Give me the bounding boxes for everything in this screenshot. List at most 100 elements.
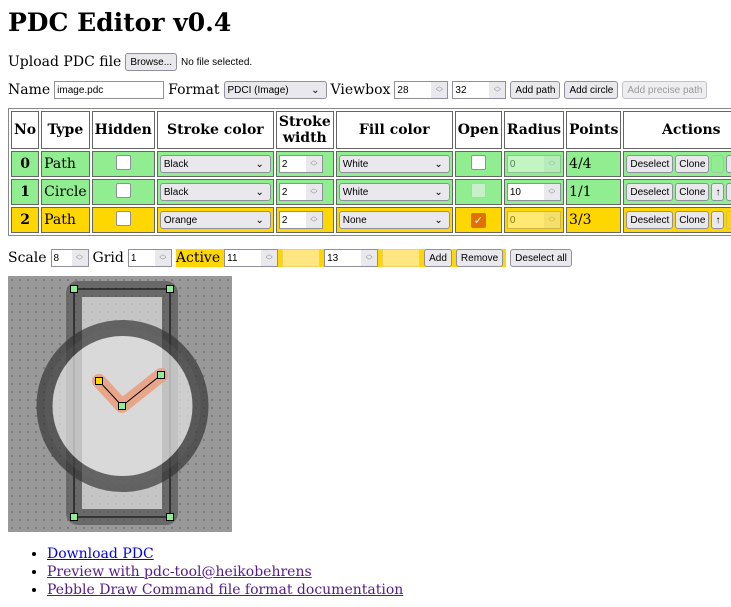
viewbox-height-value: 32 <box>453 85 489 96</box>
table-row[interactable]: 1 Circle Black⌄ 2︿﹀ White⌄ 10︿﹀ 1/1 Dese… <box>11 179 731 205</box>
viewbox-width-input[interactable]: 28︿﹀ <box>394 81 448 99</box>
hidden-checkbox[interactable] <box>116 211 131 226</box>
viewbox-width-value: 28 <box>395 85 431 96</box>
stroke-width-input[interactable]: 2︿﹀ <box>279 155 323 173</box>
spinner-icon[interactable]: ︿﹀ <box>544 212 560 228</box>
cell-type: Circle <box>41 179 90 205</box>
cell-type: Path <box>41 207 90 233</box>
deselect-all-button[interactable]: Deselect all <box>510 249 572 267</box>
move-down-button[interactable]: ↓ <box>726 155 731 173</box>
stroke-color-select[interactable]: Black⌄ <box>160 183 271 201</box>
shapes-table: No Type Hidden Stroke color Stroke width… <box>8 108 731 236</box>
header-open: Open <box>455 111 502 149</box>
download-pdc-link[interactable]: Download PDC <box>47 546 154 562</box>
open-checkbox[interactable]: ✓ <box>471 213 486 228</box>
upload-label: Upload PDC file <box>8 54 121 70</box>
move-up-button[interactable]: ↑ <box>711 211 724 229</box>
spinner-icon[interactable]: ︿﹀ <box>431 82 447 98</box>
upload-row: Upload PDC file Browse... No file select… <box>8 52 723 72</box>
spinner-icon[interactable]: ︿﹀ <box>306 184 322 200</box>
stroke-color-select[interactable]: Orange⌄ <box>160 211 271 229</box>
cell-no: 0 <box>11 151 39 177</box>
header-stroke-color: Stroke color <box>157 111 274 149</box>
cell-type: Path <box>41 151 90 177</box>
add-precise-path-button[interactable]: Add precise path <box>622 81 707 99</box>
spinner-icon[interactable]: ︿﹀ <box>544 184 560 200</box>
spinner-icon[interactable]: ︿﹀ <box>489 82 505 98</box>
active-point-handle[interactable] <box>96 378 103 385</box>
open-checkbox[interactable] <box>471 183 486 198</box>
stroke-color-select[interactable]: Black ⌄ <box>160 155 271 173</box>
grid-label: Grid <box>93 250 124 266</box>
cell-no: 1 <box>11 179 39 205</box>
grid-input[interactable]: 1︿﹀ <box>128 249 172 267</box>
deselect-button[interactable]: Deselect <box>626 155 673 173</box>
active-x-precise-input[interactable] <box>282 249 320 267</box>
spinner-icon[interactable]: ︿﹀ <box>361 250 377 266</box>
fill-color-select[interactable]: White⌄ <box>339 183 450 201</box>
clone-button[interactable]: Clone <box>675 183 709 201</box>
active-y-precise-input[interactable] <box>382 249 420 267</box>
viewbox-height-input[interactable]: 32︿﹀ <box>452 81 506 99</box>
stroke-color-value: Black <box>164 159 188 170</box>
radius-value: 0 <box>508 159 544 170</box>
radius-input[interactable]: 0︿﹀ <box>507 155 561 173</box>
open-checkbox[interactable] <box>471 155 486 170</box>
scale-value: 8 <box>52 253 72 264</box>
header-actions: Actions <box>623 111 731 149</box>
point-handle[interactable] <box>71 514 78 521</box>
spinner-icon[interactable]: ︿﹀ <box>306 212 322 228</box>
fill-color-select[interactable]: White⌄ <box>339 155 450 173</box>
chevron-down-icon: ⌄ <box>255 159 263 170</box>
fill-color-value: None <box>343 215 367 226</box>
add-circle-button[interactable]: Add circle <box>564 81 618 99</box>
stroke-width-input[interactable]: 2︿﹀ <box>279 211 323 229</box>
format-label: Format <box>168 82 219 98</box>
table-row[interactable]: 0 Path Black⌄ 2︿﹀ White⌄ 0︿﹀ 4/4 Deselec… <box>11 151 731 177</box>
name-input[interactable] <box>54 81 164 99</box>
active-y-input[interactable]: 13︿﹀ <box>324 249 378 267</box>
add-point-button[interactable]: Add <box>424 249 452 267</box>
point-handle[interactable] <box>71 286 78 293</box>
clone-button[interactable]: Clone <box>675 211 709 229</box>
radius-input[interactable]: 10︿﹀ <box>507 183 561 201</box>
spinner-icon[interactable]: ︿﹀ <box>261 250 277 266</box>
browse-button[interactable]: Browse... <box>125 53 177 71</box>
remove-point-button[interactable]: Remove <box>456 249 503 267</box>
header-points: Points <box>566 111 621 149</box>
chevron-down-icon: ⌄ <box>434 215 442 226</box>
cell-no: 2 <box>11 207 39 233</box>
point-handle[interactable] <box>167 286 174 293</box>
spinner-icon[interactable]: ︿﹀ <box>155 250 171 266</box>
scale-input[interactable]: 8︿﹀ <box>51 249 89 267</box>
active-point-controls: Active 11︿﹀ 13︿﹀ Add Remove <box>176 249 506 267</box>
fill-color-select[interactable]: None ⌄ <box>339 211 450 229</box>
spinner-icon[interactable]: ︿﹀ <box>544 156 560 172</box>
format-select[interactable]: PDCI (Image)⌄ <box>224 81 327 99</box>
table-row[interactable]: 2 Path Orange⌄ 2︿﹀ None⌄ ✓ 0︿﹀ 3/3 Desel… <box>11 207 731 233</box>
deselect-button[interactable]: Deselect <box>626 211 673 229</box>
move-down-button[interactable]: ↓ <box>726 211 731 229</box>
spinner-icon[interactable]: ︿﹀ <box>306 156 322 172</box>
move-down-button[interactable]: ↓ <box>726 183 731 201</box>
active-x-input[interactable]: 11︿﹀ <box>224 249 278 267</box>
drawing-canvas[interactable] <box>8 276 232 532</box>
point-handle[interactable] <box>119 403 126 410</box>
radius-input[interactable]: 0︿﹀ <box>507 211 561 229</box>
move-up-button[interactable]: ↑ <box>711 155 724 173</box>
hidden-checkbox[interactable] <box>116 155 131 170</box>
header-stroke-width: Stroke width <box>276 111 334 149</box>
point-handle[interactable] <box>167 514 174 521</box>
format-docs-link[interactable]: Pebble Draw Command file format document… <box>47 582 403 598</box>
move-up-button[interactable]: ↑ <box>711 183 724 201</box>
clone-button[interactable]: Clone <box>675 155 709 173</box>
stroke-width-input[interactable]: 2︿﹀ <box>279 183 323 201</box>
add-path-button[interactable]: Add path <box>510 81 560 99</box>
preview-link[interactable]: Preview with pdc-tool@heikobehrens <box>47 564 312 580</box>
radius-value: 10 <box>508 187 544 198</box>
deselect-button[interactable]: Deselect <box>626 183 673 201</box>
spinner-icon[interactable]: ︿﹀ <box>72 250 88 266</box>
point-handle[interactable] <box>158 372 165 379</box>
active-x-value: 11 <box>225 253 261 264</box>
hidden-checkbox[interactable] <box>116 183 131 198</box>
